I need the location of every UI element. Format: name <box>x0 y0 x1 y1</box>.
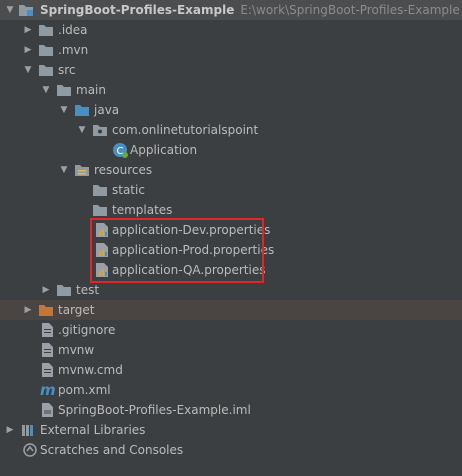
tree-row-templates[interactable]: templates <box>0 200 462 220</box>
tree-label-gitignore: .gitignore <box>58 323 116 337</box>
tree-row-main[interactable]: ▼ main <box>0 80 462 100</box>
tree-row-external-libraries[interactable]: ▶ External Libraries <box>0 420 462 440</box>
text-file-icon <box>40 362 56 377</box>
tree-row-static[interactable]: static <box>0 180 462 200</box>
tree-row-src[interactable]: ▼ src <box>0 60 462 80</box>
tree-label-mvnw-cmd: mvnw.cmd <box>58 363 123 377</box>
tree-label-props-prod: application-Prod.properties <box>112 243 275 257</box>
folder-icon <box>38 63 54 77</box>
chevron-right-icon[interactable]: ▶ <box>22 20 34 40</box>
tree-label-props-qa: application-QA.properties <box>112 263 266 277</box>
folder-icon <box>38 43 54 57</box>
tree-label-java: java <box>94 103 120 117</box>
chevron-down-icon[interactable]: ▼ <box>22 60 34 80</box>
tree-label-test: test <box>76 283 100 297</box>
folder-icon <box>92 203 108 217</box>
source-folder-icon <box>74 103 90 117</box>
chevron-right-icon[interactable]: ▶ <box>4 420 16 440</box>
scratches-icon <box>22 442 38 457</box>
tree-row-idea[interactable]: ▶ .idea <box>0 20 462 40</box>
tree-label-idea: .idea <box>58 23 88 37</box>
chevron-down-icon[interactable]: ▼ <box>58 160 70 180</box>
project-path: E:\work\SpringBoot-Profiles-Example <box>240 3 460 17</box>
text-file-icon <box>40 342 56 357</box>
tree-row-target[interactable]: ▶ target <box>0 300 462 320</box>
folder-icon <box>18 3 34 17</box>
tree-row-project-root[interactable]: ▼ SpringBoot-Profiles-Example E:\work\Spr… <box>0 0 462 20</box>
chevron-down-icon[interactable]: ▼ <box>76 120 88 140</box>
tree-row-mvnw-cmd[interactable]: mvnw.cmd <box>0 360 462 380</box>
tree-row-package[interactable]: ▼ com.onlinetutorialspoint <box>0 120 462 140</box>
chevron-down-icon[interactable]: ▼ <box>4 0 16 20</box>
tree-row-resources[interactable]: ▼ resources <box>0 160 462 180</box>
project-name: SpringBoot-Profiles-Example E:\work\Sprin… <box>40 3 460 17</box>
tree-row-props-qa[interactable]: application-QA.properties <box>0 260 462 280</box>
tree-label-application: Application <box>130 143 198 157</box>
tree-label-mvnw: mvnw <box>58 343 95 357</box>
tree-label-scratches: Scratches and Consoles <box>40 443 184 457</box>
chevron-right-icon[interactable]: ▶ <box>22 40 34 60</box>
svg-text:m: m <box>40 381 56 397</box>
folder-icon <box>92 183 108 197</box>
package-icon <box>92 123 108 137</box>
resource-folder-icon <box>74 163 90 177</box>
tree-row-mvnw[interactable]: mvnw <box>0 340 462 360</box>
project-tree: ▼ SpringBoot-Profiles-Example E:\work\Spr… <box>0 0 462 460</box>
tree-label-package: com.onlinetutorialspoint <box>112 123 259 137</box>
properties-file-icon <box>94 222 110 237</box>
tree-row-mvn[interactable]: ▶ .mvn <box>0 40 462 60</box>
tree-label-src: src <box>58 63 76 77</box>
excluded-folder-icon <box>38 303 54 317</box>
tree-label-static: static <box>112 183 145 197</box>
tree-row-java[interactable]: ▼ java <box>0 100 462 120</box>
properties-file-icon <box>94 262 110 277</box>
tree-label-props-dev: application-Dev.properties <box>112 223 271 237</box>
tree-row-props-dev[interactable]: application-Dev.properties <box>0 220 462 240</box>
tree-label-main: main <box>76 83 106 97</box>
text-file-icon <box>40 322 56 337</box>
tree-row-test[interactable]: ▶ test <box>0 280 462 300</box>
tree-label-target: target <box>58 303 95 317</box>
tree-row-props-prod[interactable]: application-Prod.properties <box>0 240 462 260</box>
properties-file-icon <box>94 242 110 257</box>
tree-row-application[interactable]: C Application <box>0 140 462 160</box>
tree-row-pom[interactable]: m pom.xml <box>0 380 462 400</box>
folder-icon <box>56 83 72 97</box>
maven-icon: m <box>40 381 56 397</box>
chevron-down-icon[interactable]: ▼ <box>58 100 70 120</box>
tree-label-templates: templates <box>112 203 173 217</box>
chevron-right-icon[interactable]: ▶ <box>22 300 34 320</box>
tree-row-scratches[interactable]: Scratches and Consoles <box>0 440 462 460</box>
tree-label-external-libraries: External Libraries <box>40 423 146 437</box>
module-file-icon <box>40 402 56 417</box>
tree-label-pom: pom.xml <box>58 383 111 397</box>
spring-class-icon: C <box>112 142 128 158</box>
chevron-right-icon[interactable]: ▶ <box>40 280 52 300</box>
tree-label-mvn: .mvn <box>58 43 89 57</box>
chevron-down-icon[interactable]: ▼ <box>40 80 52 100</box>
folder-icon <box>38 23 54 37</box>
tree-label-iml: SpringBoot-Profiles-Example.iml <box>58 403 251 417</box>
tree-row-gitignore[interactable]: .gitignore <box>0 320 462 340</box>
tree-label-resources: resources <box>94 163 153 177</box>
folder-icon <box>56 283 72 297</box>
library-icon <box>20 422 36 436</box>
tree-row-iml[interactable]: SpringBoot-Profiles-Example.iml <box>0 400 462 420</box>
